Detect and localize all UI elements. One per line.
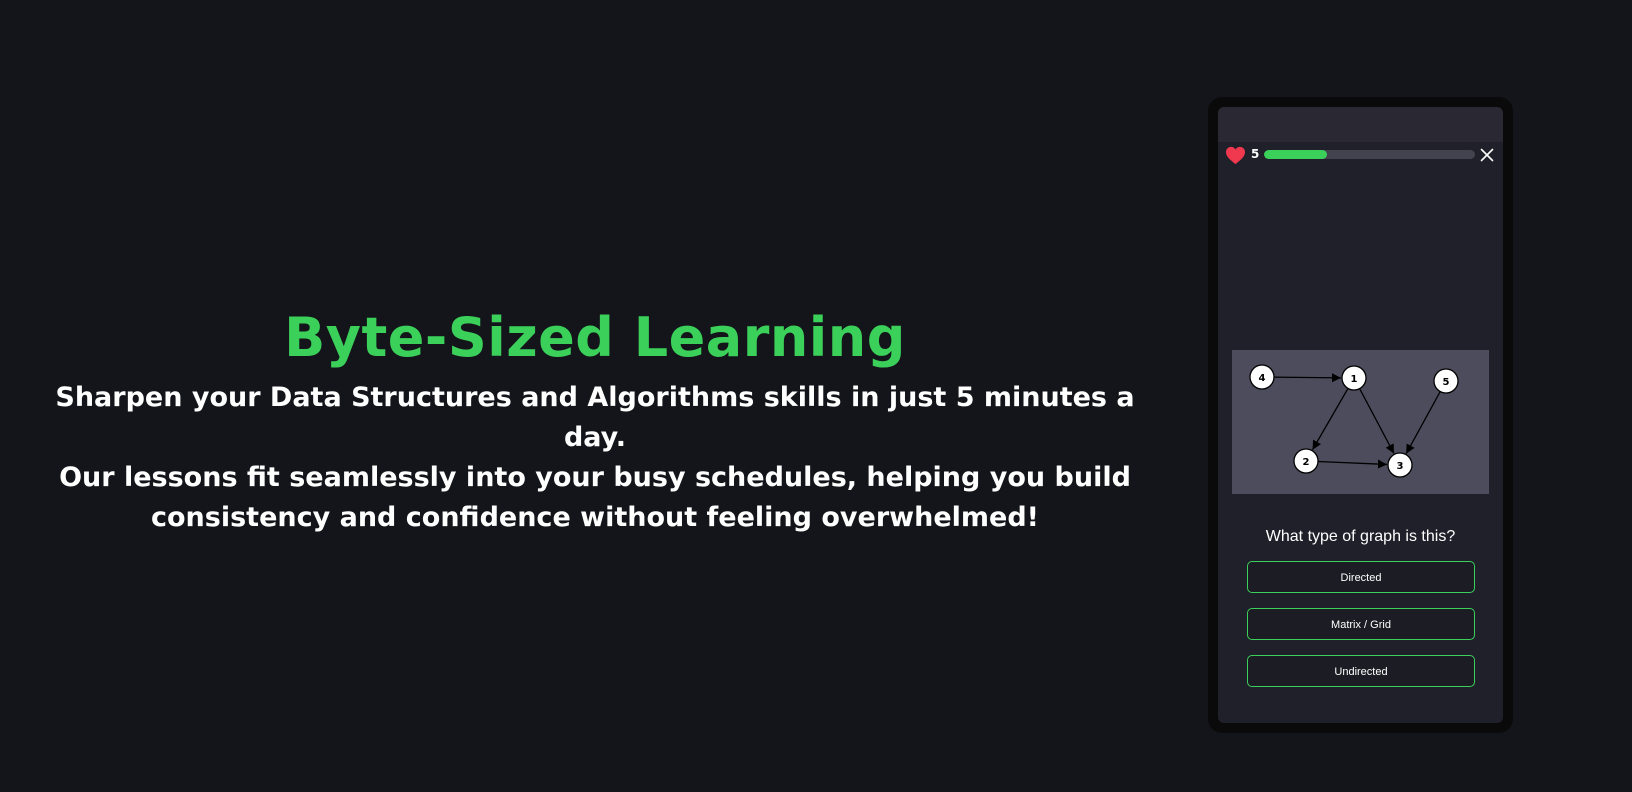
graph-diagram: 1 2 3 4 5 [1249,364,1459,478]
answer-undirected-button[interactable]: Undirected [1247,655,1475,687]
graph-node-label: 1 [1351,374,1358,385]
graph-node-label: 3 [1397,461,1404,472]
lesson-top-bar: 5 [1218,142,1503,166]
close-icon[interactable] [1480,148,1494,162]
answer-directed-button[interactable]: Directed [1247,561,1475,593]
hero-subtitle-line: Sharpen your Data Structures and Algorit… [55,382,1135,453]
question-text: What type of graph is this? [1265,528,1456,545]
phone-mockup: 5 1 2 3 4 5 What type of graph is this? Dire… [1208,97,1513,733]
graph-edge-1-3 [1359,388,1395,454]
lesson-progress-bar [1264,150,1475,159]
lives-count: 5 [1251,147,1260,161]
answer-matrix-grid-button[interactable]: Matrix / Grid [1247,608,1475,640]
graph-edge-4-1 [1273,373,1342,383]
phone-status-bar [1218,107,1503,142]
hero-subtitle-line: consistency and confidence without feeli… [151,502,1039,533]
landing-page: Byte-Sized Learning Sharpen your Data St… [0,0,1632,792]
graph-node-label: 4 [1259,373,1266,384]
lesson-progress-fill [1264,150,1328,159]
graph-edge-2-3 [1317,459,1388,469]
hero-subtitle: Sharpen your Data Structures and Algorit… [40,378,1150,538]
heart-icon [1226,146,1245,165]
graph-edge-1-2 [1311,388,1349,451]
graph-node-label: 2 [1303,457,1310,468]
hero-section: Byte-Sized Learning Sharpen your Data St… [40,300,1150,538]
graph-illustration: 1 2 3 4 5 [1232,350,1489,494]
phone-screen: 5 1 2 3 4 5 What type of graph is this? Dire… [1218,107,1503,723]
hero-title: Byte-Sized Learning [284,306,906,369]
graph-edge-5-3 [1405,391,1441,454]
graph-node-label: 5 [1443,377,1450,388]
hero-subtitle-line: Our lessons fit seamlessly into your bus… [59,462,1131,493]
